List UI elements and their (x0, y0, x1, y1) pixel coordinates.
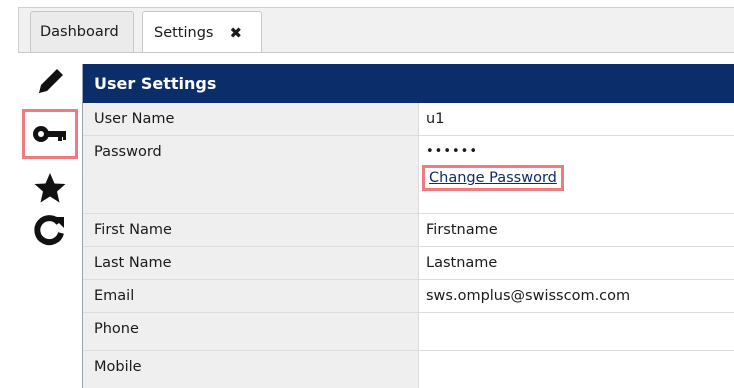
table-row: First Name Firstname (83, 214, 734, 247)
settings-toolbar (18, 53, 83, 388)
pencil-icon (39, 69, 63, 93)
settings-window: Dashboard Settings ✖ User Settings User … (0, 0, 734, 388)
change-password-link[interactable]: Change Password (422, 165, 564, 191)
table-row: User Name u1 (83, 103, 734, 136)
tab-dashboard-label: Dashboard (40, 24, 119, 40)
tab-settings-label: Settings (154, 24, 214, 41)
tab-settings[interactable]: Settings ✖ (142, 11, 262, 53)
table-row: Phone (83, 313, 734, 351)
phone-value (419, 313, 734, 350)
panel-title: User Settings (83, 64, 734, 103)
refresh-button[interactable] (24, 205, 76, 255)
tab-dashboard[interactable]: Dashboard (30, 11, 134, 52)
mobile-label: Mobile (83, 351, 419, 388)
email-label: Email (83, 280, 419, 312)
star-icon (34, 173, 66, 203)
table-row: Email sws.omplus@swisscom.com (83, 280, 734, 313)
password-label: Password (83, 136, 419, 213)
user-name-value: u1 (426, 111, 445, 127)
table-row: Password •••••• Change Password (83, 136, 734, 214)
first-name-label: First Name (83, 214, 419, 246)
table-row: Last Name Lastname (83, 247, 734, 280)
pencil-button[interactable] (24, 57, 76, 107)
table-row: Mobile (83, 351, 734, 388)
password-cell: •••••• Change Password (419, 136, 734, 213)
first-name-value: Firstname (426, 222, 498, 238)
close-icon[interactable]: ✖ (229, 24, 242, 42)
mobile-value (419, 351, 734, 388)
password-value: •••••• (426, 144, 479, 159)
user-settings-panel: User Settings User Name u1 Password ••••… (82, 64, 734, 388)
user-name-label: User Name (83, 103, 419, 135)
email-value: sws.omplus@swisscom.com (426, 288, 631, 304)
last-name-value: Lastname (426, 255, 498, 271)
last-name-label: Last Name (83, 247, 419, 279)
refresh-icon (34, 215, 64, 246)
tab-content: User Settings User Name u1 Password ••••… (18, 52, 734, 388)
key-button[interactable] (22, 109, 78, 159)
key-icon (33, 126, 66, 142)
phone-label: Phone (83, 313, 419, 350)
